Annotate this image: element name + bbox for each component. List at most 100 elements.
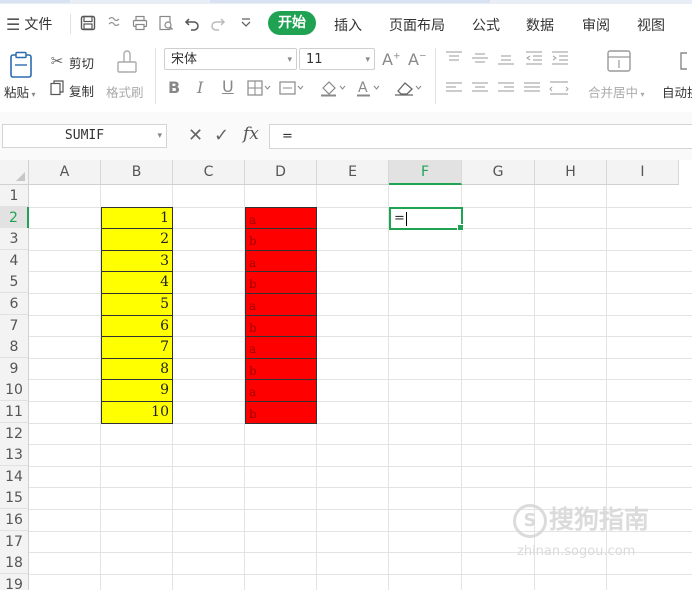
tab-page-layout[interactable]: 页面布局 (389, 15, 445, 35)
row-header-14[interactable]: 14 (0, 466, 29, 488)
tab-view[interactable]: 视图 (637, 15, 665, 35)
cancel-icon[interactable]: ✕ (188, 125, 203, 146)
column-header-h[interactable]: H (535, 160, 607, 185)
quick-access-dropdown-icon[interactable] (235, 12, 257, 34)
cell-d3[interactable]: b (245, 228, 317, 251)
wrap-text-icon[interactable] (676, 48, 692, 74)
row-header-10[interactable]: 10 (0, 379, 29, 401)
decrease-indent-icon[interactable] (524, 50, 544, 66)
cell-d8[interactable]: a (245, 336, 317, 359)
tab-formulas[interactable]: 公式 (472, 15, 500, 35)
fill-color-icon[interactable] (318, 79, 348, 97)
save-icon[interactable] (77, 12, 99, 34)
row-header-12[interactable]: 12 (0, 423, 29, 445)
row-header-13[interactable]: 13 (0, 444, 29, 466)
align-left-icon[interactable] (444, 80, 464, 96)
cell-b5[interactable]: 4 (101, 271, 173, 294)
justify-icon[interactable] (522, 80, 542, 96)
formula-input[interactable]: = (269, 124, 692, 149)
row-header-1[interactable]: 1 (0, 185, 29, 207)
row-header-6[interactable]: 6 (0, 293, 29, 315)
cell-d6[interactable]: a (245, 293, 317, 316)
format-painter-icon[interactable] (112, 48, 142, 78)
row-header-2[interactable]: 2 (0, 207, 29, 229)
underline-icon[interactable]: U (222, 77, 234, 96)
column-header-f[interactable]: F (389, 160, 462, 185)
select-all-corner[interactable] (0, 160, 29, 185)
cell-b3[interactable]: 2 (101, 228, 173, 251)
italic-icon[interactable]: I (197, 78, 203, 97)
cell-d5[interactable]: b (245, 271, 317, 294)
decrease-font-icon[interactable]: A− (408, 50, 427, 69)
row-header-5[interactable]: 5 (0, 271, 29, 293)
redo-icon[interactable] (207, 12, 229, 34)
paste-icon[interactable] (6, 50, 36, 80)
font-color-icon[interactable]: A (354, 79, 382, 97)
column-header-a[interactable]: A (29, 160, 101, 185)
export-pdf-icon[interactable] (103, 12, 125, 34)
cell-d2[interactable]: a (245, 207, 317, 230)
cell-b7[interactable]: 6 (101, 315, 173, 338)
row-header-4[interactable]: 4 (0, 250, 29, 272)
tab-home[interactable]: 开始 (268, 11, 316, 35)
cut-button[interactable]: 剪切 (69, 53, 94, 72)
align-top-icon[interactable] (444, 50, 464, 66)
cell-b4[interactable]: 3 (101, 250, 173, 273)
row-header-9[interactable]: 9 (0, 358, 29, 380)
cell-b6[interactable]: 5 (101, 293, 173, 316)
row-header-19[interactable]: 19 (0, 574, 29, 590)
column-header-e[interactable]: E (317, 160, 389, 185)
align-middle-icon[interactable] (470, 50, 490, 66)
tab-review[interactable]: 审阅 (582, 15, 610, 35)
row-header-7[interactable]: 7 (0, 315, 29, 337)
column-header-g[interactable]: G (462, 160, 535, 185)
cell-d9[interactable]: b (245, 358, 317, 381)
active-cell-f2[interactable]: = (389, 207, 464, 231)
wrap-text-button[interactable]: 自动换 (662, 82, 692, 101)
column-header-b[interactable]: B (101, 160, 173, 185)
borders-icon[interactable] (246, 79, 272, 97)
fill-handle[interactable] (457, 224, 464, 231)
row-header-11[interactable]: 11 (0, 401, 29, 423)
cell-b8[interactable]: 7 (101, 336, 173, 359)
align-bottom-icon[interactable] (496, 50, 516, 66)
cell-b2[interactable]: 1 (101, 207, 173, 230)
bold-icon[interactable]: B (168, 78, 180, 97)
font-size-select[interactable]: 11 ▾ (299, 48, 375, 70)
paste-button[interactable]: 粘贴 ▾ (4, 82, 36, 101)
row-header-3[interactable]: 3 (0, 228, 29, 250)
column-header-d[interactable]: D (245, 160, 317, 185)
row-header-15[interactable]: 15 (0, 487, 29, 509)
cell-d10[interactable]: a (245, 379, 317, 402)
row-header-16[interactable]: 16 (0, 509, 29, 531)
tab-data[interactable]: 数据 (526, 15, 554, 35)
column-header-c[interactable]: C (173, 160, 245, 185)
font-name-select[interactable]: 宋体 ▾ (164, 48, 297, 70)
merge-center-button[interactable]: 合并居中 ▾ (588, 82, 645, 101)
tab-insert[interactable]: 插入 (334, 15, 362, 35)
cell-d11[interactable]: b (245, 401, 317, 424)
copy-button[interactable]: 复制 (69, 81, 94, 100)
row-header-18[interactable]: 18 (0, 552, 29, 574)
increase-indent-icon[interactable] (550, 50, 570, 66)
cell-d7[interactable]: b (245, 315, 317, 338)
align-right-icon[interactable] (496, 80, 516, 96)
increase-font-icon[interactable]: A+ (382, 50, 401, 69)
distributed-align-icon[interactable] (548, 79, 570, 97)
cell-b11[interactable]: 10 (101, 401, 173, 424)
cell-b9[interactable]: 8 (101, 358, 173, 381)
format-painter-button[interactable]: 格式刷 (106, 82, 144, 101)
insert-function-icon[interactable]: fx (243, 124, 259, 144)
print-preview-icon[interactable] (155, 12, 177, 34)
scissors-icon[interactable]: ✂ (48, 52, 66, 70)
merge-center-icon[interactable] (605, 48, 633, 74)
cell-b10[interactable]: 9 (101, 379, 173, 402)
name-box[interactable]: SUMIF ▾ (2, 124, 167, 148)
row-header-8[interactable]: 8 (0, 336, 29, 358)
row-header-17[interactable]: 17 (0, 531, 29, 553)
cell-d4[interactable]: a (245, 250, 317, 273)
undo-icon[interactable] (181, 12, 203, 34)
align-center-icon[interactable] (470, 80, 490, 96)
print-icon[interactable] (129, 12, 151, 34)
confirm-icon[interactable]: ✓ (214, 125, 229, 146)
